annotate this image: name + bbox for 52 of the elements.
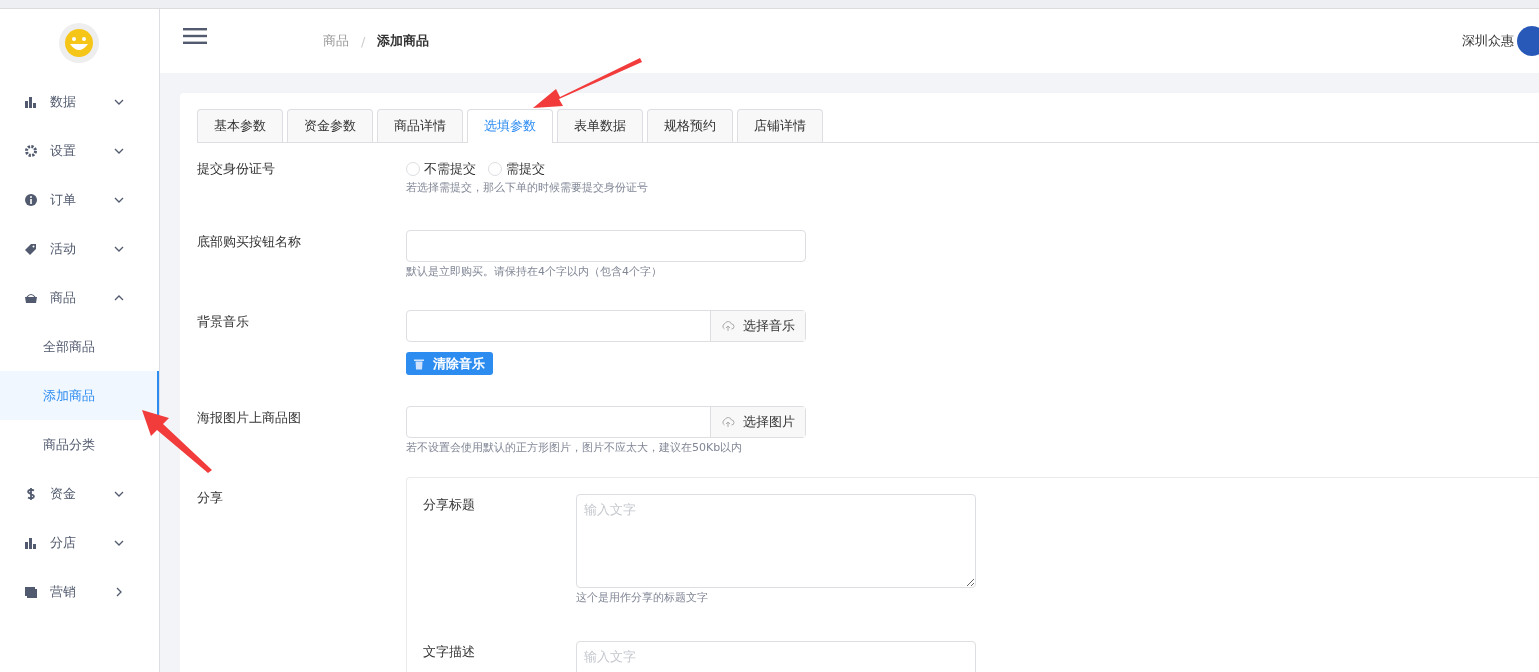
file-input-field[interactable]: 选择图片 [406, 406, 806, 438]
field-label: 底部购买按钮名称 [197, 233, 302, 251]
sidebar-menu-item[interactable]: 分店 [0, 518, 159, 567]
help-text: 默认是立即购买。请保持在4个字以内（包含4个字） [406, 264, 663, 279]
smiley-logo-icon [58, 23, 99, 63]
trash-icon [414, 357, 424, 370]
menu-icon[interactable] [183, 28, 207, 44]
sidebar-menu-item[interactable]: 活动 [0, 224, 159, 273]
help-text: 这个是用作分享的标题文字 [576, 590, 709, 605]
field-label: 提交身份证号 [197, 160, 276, 178]
sidebar-menu-item[interactable]: 商品 [0, 273, 159, 322]
sidebar-menu-item[interactable]: 资金 [0, 469, 159, 518]
dollar-icon [24, 486, 38, 501]
breadcrumb-separator: / [361, 33, 366, 49]
field-label: 背景音乐 [197, 313, 250, 331]
user-name[interactable]: 深圳众惠 [1462, 32, 1514, 50]
avatar-picture[interactable] [1517, 26, 1539, 56]
bars-icon [24, 94, 38, 109]
bars-icon [24, 535, 38, 550]
file-input-field[interactable]: 选择音乐 [406, 310, 806, 342]
field-label: 分享标题 [423, 496, 476, 514]
cloud-upload-icon [721, 416, 735, 428]
tab[interactable]: 基本参数 [197, 109, 283, 142]
tab[interactable]: 表单数据 [557, 109, 643, 142]
tag-icon [24, 241, 38, 256]
radio-label[interactable]: 需提交 [506, 160, 545, 178]
chevron-right-icon [114, 586, 124, 597]
field-label: 海报图片上商品图 [197, 409, 302, 427]
tab[interactable]: 选填参数 [467, 109, 553, 143]
field-label: 分享 [197, 489, 224, 507]
sidebar-menu-item[interactable]: 数据 [0, 77, 159, 126]
gear-icon [24, 143, 38, 158]
input-field[interactable] [406, 230, 806, 262]
field-label: 文字描述 [423, 643, 476, 661]
breadcrumb-item: 添加商品 [377, 32, 430, 50]
radio-label[interactable]: 不需提交 [424, 160, 476, 178]
sidebar-menu-item[interactable]: 订单 [0, 175, 159, 224]
tab[interactable]: 规格预约 [647, 109, 733, 142]
tab[interactable]: 店铺详情 [737, 109, 823, 142]
sidebar-submenu-item[interactable]: 全部商品 [0, 322, 159, 371]
tab[interactable]: 商品详情 [377, 109, 463, 142]
info-icon [24, 192, 38, 207]
sidebar-submenu-item[interactable]: 商品分类 [0, 420, 159, 469]
folder-icon [24, 584, 38, 599]
cloud-upload-icon [721, 320, 735, 332]
choose-file-button[interactable]: 选择音乐 [710, 311, 805, 341]
choose-file-button[interactable]: 选择图片 [710, 407, 805, 437]
help-text: 若选择需提交，那么下单的时候需要提交身份证号 [406, 180, 649, 195]
tab[interactable]: 资金参数 [287, 109, 373, 142]
help-text: 若不设置会使用默认的正方形图片，图片不应太大，建议在50Kb以内 [406, 440, 744, 455]
sidebar-menu-item[interactable]: 营销 [0, 567, 159, 616]
sidebar-menu-item[interactable]: 设置 [0, 126, 159, 175]
